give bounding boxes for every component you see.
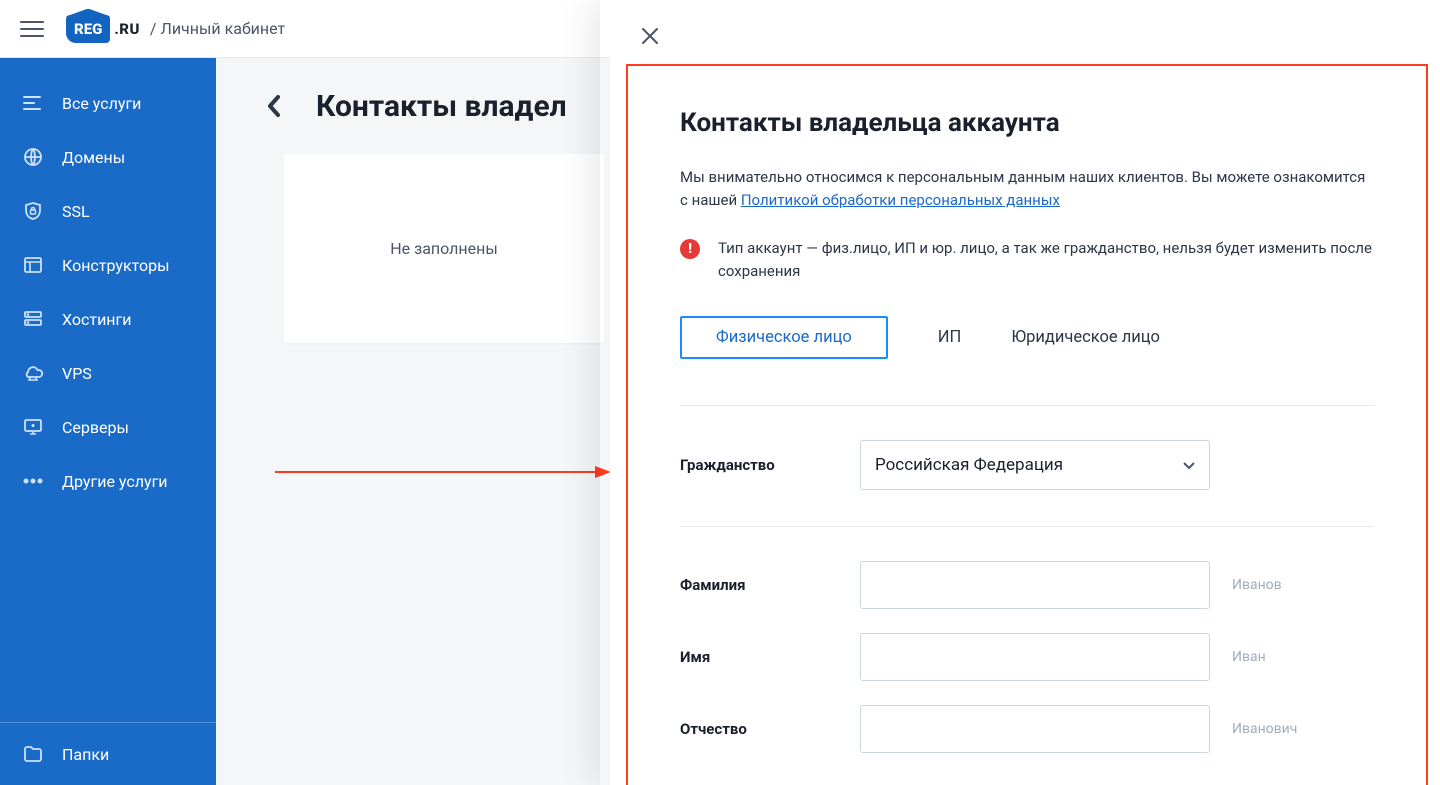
list-icon [22,92,44,114]
sidebar-item-domains[interactable]: Домены [0,130,216,184]
sidebar-item-label: Другие услуги [62,472,168,491]
sidebar-item-label: Домены [62,148,125,167]
chevron-down-icon [1183,455,1195,475]
layout-icon [22,254,44,276]
empty-state-card: Не заполнены [284,154,604,343]
annotation-arrow [275,464,605,466]
panel-description: Мы внимательно относимся к персональным … [680,166,1374,211]
breadcrumb: / Личный кабинет [150,19,285,38]
tab-individual[interactable]: Физическое лицо [680,316,888,359]
server-rack-icon [22,308,44,330]
sidebar-item-ssl[interactable]: SSL [0,184,216,238]
patronymic-hint: Иванович [1232,721,1297,737]
tab-legal-entity[interactable]: Юридическое лицо [1011,316,1160,359]
last-name-hint: Иванов [1232,577,1282,593]
sidebar-item-label: Серверы [62,418,129,437]
page-title: Контакты владел [316,89,567,124]
citizenship-value: Российская Федерация [875,455,1063,475]
sidebar-item-label: SSL [62,202,90,221]
alert-banner: ! Тип аккаунт — физ.лицо, ИП и юр. лицо,… [680,237,1374,282]
alert-text: Тип аккаунт — физ.лицо, ИП и юр. лицо, а… [718,237,1374,282]
first-name-label: Имя [680,648,860,666]
sidebar-item-all-services[interactable]: Все услуги [0,76,216,130]
slideover-panel: Контакты владельца аккаунта Мы вниматель… [610,0,1440,785]
citizenship-label: Гражданство [680,456,860,474]
privacy-policy-link[interactable]: Политикой обработки персональных данных [741,191,1060,209]
monitor-icon [22,416,44,438]
back-button[interactable] [256,88,292,124]
alert-icon: ! [680,239,700,259]
sidebar-item-other[interactable]: Другие услуги [0,454,216,508]
close-button[interactable] [636,22,664,50]
hamburger-icon[interactable] [20,21,44,37]
logo-badge: REG [66,15,110,43]
cloud-server-icon [22,362,44,384]
sidebar-item-label: VPS [62,364,92,383]
citizenship-select[interactable]: Российская Федерация [860,440,1210,490]
sidebar-item-label: Конструкторы [62,256,170,275]
first-name-input[interactable] [860,633,1210,681]
last-name-label: Фамилия [680,576,860,594]
logo-suffix: .RU [114,20,140,38]
sidebar-item-folders[interactable]: Папки [0,723,216,785]
folder-icon [22,743,44,765]
sidebar-item-vps[interactable]: VPS [0,346,216,400]
empty-state-text: Не заполнены [390,239,498,258]
sidebar: Все услуги Домены SSL Конструкторы [0,58,216,785]
logo[interactable]: REG .RU [66,15,140,43]
last-name-input[interactable] [860,561,1210,609]
patronymic-label: Отчество [680,720,860,738]
patronymic-input[interactable] [860,705,1210,753]
tab-ip[interactable]: ИП [938,316,962,359]
dots-icon [22,470,44,492]
globe-icon [22,146,44,168]
sidebar-item-hosting[interactable]: Хостинги [0,292,216,346]
sidebar-item-servers[interactable]: Серверы [0,400,216,454]
shield-lock-icon [22,200,44,222]
account-type-tabs: Физическое лицо ИП Юридическое лицо [680,316,1374,359]
panel-title: Контакты владельца аккаунта [680,108,1374,138]
sidebar-item-label: Все услуги [62,94,141,113]
sidebar-item-label: Хостинги [62,310,131,329]
first-name-hint: Иван [1232,649,1266,665]
sidebar-item-label: Папки [62,745,109,764]
sidebar-item-builders[interactable]: Конструкторы [0,238,216,292]
